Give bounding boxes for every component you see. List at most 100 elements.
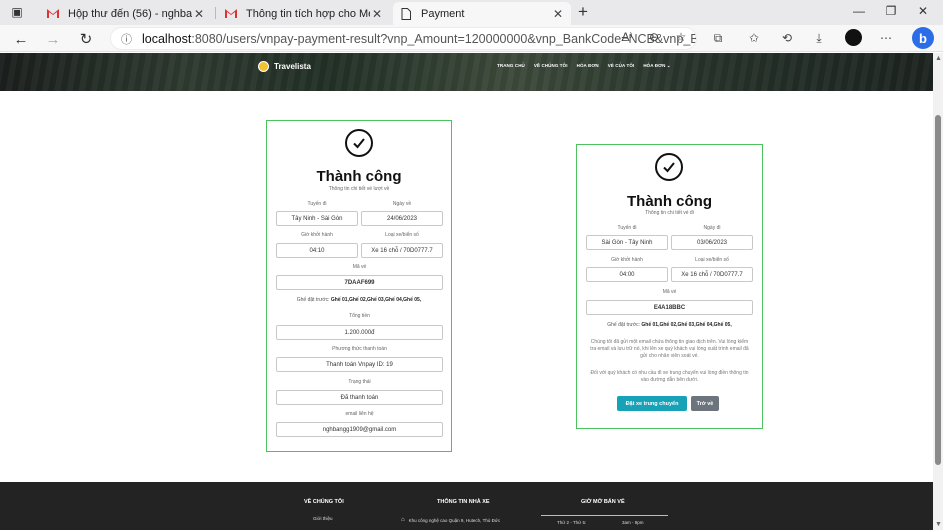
nav-about[interactable]: VỀ CHÚNG TÔI xyxy=(534,63,568,69)
gmail-icon xyxy=(46,8,60,20)
restore-icon[interactable]: ❐ xyxy=(881,4,901,18)
footer-info-heading: THÔNG TIN NHÀ XE xyxy=(437,499,490,505)
date-label: Ngày đi xyxy=(703,225,721,231)
date-field: 24/06/2023 xyxy=(361,211,443,226)
tab-gmail-inbox[interactable]: Hộp thư đến (56) - nghbangg190 ✕ xyxy=(40,2,212,25)
profile-avatar[interactable] xyxy=(845,29,862,46)
browser-tab-bar: ▣ Hộp thư đến (56) - nghbangg190 ✕ Thông… xyxy=(0,0,943,25)
success-subtitle: Thông tin chi tiết vé đi xyxy=(645,210,694,216)
back-icon[interactable]: ← xyxy=(11,29,31,49)
route-field: Sài Gòn - Tây Ninh xyxy=(586,235,668,250)
email-notice: Chúng tôi đã gửi một email chứa thông ti… xyxy=(590,339,749,359)
tab-title: Payment xyxy=(421,7,465,20)
seats-prefix: Ghế đặt trước: xyxy=(296,297,330,303)
check-circle-icon xyxy=(655,153,683,181)
status-label: Trạng thái xyxy=(348,379,371,385)
extensions-icon[interactable]: ⧉ xyxy=(709,31,727,46)
check-circle-icon xyxy=(345,129,373,157)
read-aloud-icon[interactable]: A⁾ xyxy=(618,30,636,44)
footer-about-link[interactable]: Giới thiệu xyxy=(313,516,332,521)
ticket-code-label: Mã vé xyxy=(352,264,367,270)
footer-address-text: Khu công nghệ cao Quận 9, Hutech, Thủ Đứ… xyxy=(408,517,501,523)
home-icon: ⌂ xyxy=(401,517,405,523)
favorite-add-icon[interactable]: ☆ xyxy=(672,30,690,44)
footer-divider xyxy=(541,515,668,516)
scroll-up-icon[interactable]: ▲ xyxy=(935,55,942,62)
route-label: Tuyến đi xyxy=(617,225,637,231)
return-ticket-card: Thành công Thông tin chi tiết vé lượt về… xyxy=(266,120,452,452)
time-label: Giờ khởi hành xyxy=(611,257,643,263)
success-title: Thành công xyxy=(627,193,712,210)
footer-address: ⌂ Khu công nghệ cao Quận 9, Hutech, Thủ … xyxy=(401,517,500,523)
page-scrollbar[interactable]: ▲ ▼ xyxy=(933,53,943,530)
tab-title: Hộp thư đến (56) - nghbangg190 xyxy=(68,7,192,20)
footer-about-heading: VỀ CHÚNG TÔI xyxy=(304,499,344,505)
tab-divider xyxy=(215,7,216,19)
route-field: Tây Ninh - Sài Gòn xyxy=(276,211,358,226)
ticket-code-label: Mã vé xyxy=(662,289,677,295)
ticket-code-field: 7DAAF699 xyxy=(276,275,443,290)
success-subtitle: Thông tin chi tiết vé lượt về xyxy=(328,186,390,192)
footer-hours-days: Thứ 2 - Thứ 5: xyxy=(557,520,587,525)
close-icon[interactable]: ✕ xyxy=(370,7,384,21)
back-button[interactable]: Trở về xyxy=(691,396,719,411)
vehicle-label: Loại xe/biển số xyxy=(385,232,419,238)
date-label: Ngày về xyxy=(392,201,412,207)
ticket-code-field: E4A18BBC xyxy=(586,300,753,315)
page-icon xyxy=(399,7,413,20)
new-tab-button[interactable]: + xyxy=(574,2,592,21)
vehicle-label: Loại xe/biển số xyxy=(695,257,729,263)
logo-icon xyxy=(258,61,269,72)
tab-merchant-info[interactable]: Thông tin tích hợp cho Merchant ✕ xyxy=(218,2,390,25)
scroll-down-icon[interactable]: ▼ xyxy=(935,521,942,528)
gmail-icon xyxy=(224,8,238,20)
payment-method-field: Thanh toán Vnpay ID: 19 xyxy=(276,357,443,372)
bing-icon[interactable]: b xyxy=(912,27,934,49)
minimize-icon[interactable]: — xyxy=(849,4,869,18)
status-field: Đã thanh toán xyxy=(276,390,443,405)
close-window-icon[interactable]: ✕ xyxy=(913,4,933,18)
info-icon[interactable]: ⓘ xyxy=(121,31,132,47)
tab-actions-icon[interactable]: ▣ xyxy=(8,4,26,20)
browser-toolbar: ← → ↻ ⓘ localhost :8080/users/vnpay-paym… xyxy=(0,25,943,52)
footer-hours-time: 3am - 9pm xyxy=(622,520,644,525)
site-brand[interactable]: Travelista xyxy=(258,61,311,72)
history-icon[interactable]: ⟲ xyxy=(778,31,796,45)
time-field: 04:10 xyxy=(276,243,358,258)
page-viewport: Travelista TRANG CHỦ VỀ CHÚNG TÔI HÓA ĐƠ… xyxy=(0,53,933,530)
reserved-seats: Ghế đặt trước: Ghế 01,Ghế 02,Ghế 03,Ghế … xyxy=(267,297,451,303)
site-footer: VỀ CHÚNG TÔI Giới thiệu THÔNG TIN NHÀ XE… xyxy=(0,482,933,530)
email-field: nghbangg1909@gmail.com xyxy=(276,422,443,437)
seats-value: Ghế 01,Ghế 02,Ghế 03,Ghế 04,Ghế 05, xyxy=(641,322,732,328)
url-host: localhost xyxy=(142,31,192,46)
date-field: 03/06/2023 xyxy=(671,235,753,250)
zoom-icon[interactable]: ⊖ xyxy=(645,30,663,44)
site-nav: TRANG CHỦ VỀ CHÚNG TÔI HÓA ĐƠN VÉ CỦA TÔ… xyxy=(497,63,671,69)
footer-hours-heading: GIỜ MỞ BÁN VÉ xyxy=(581,499,625,505)
scroll-thumb[interactable] xyxy=(935,115,941,465)
address-bar[interactable]: ⓘ localhost :8080/users/vnpay-payment-re… xyxy=(110,27,697,50)
total-field: 1.200.000đ xyxy=(276,325,443,340)
transfer-notice: Đối với quý khách có nhu cầu đi xe trung… xyxy=(590,370,749,383)
vehicle-field: Xe 16 chỗ / 70D0777.7 xyxy=(361,243,443,258)
nav-invoice-dropdown[interactable]: HÓA ĐƠN ⌄ xyxy=(643,63,670,69)
close-icon[interactable]: ✕ xyxy=(551,7,565,21)
success-title: Thành công xyxy=(316,168,402,185)
favorites-icon[interactable]: ✩ xyxy=(745,31,763,45)
nav-home[interactable]: TRANG CHỦ xyxy=(497,63,525,69)
route-label: Tuyến đi xyxy=(307,201,327,207)
nav-my-tickets[interactable]: VÉ CỦA TÔI xyxy=(608,63,635,69)
more-menu-icon[interactable]: ⋯ xyxy=(877,31,895,45)
download-icon[interactable]: ⤓ xyxy=(810,31,828,46)
refresh-icon[interactable]: ↻ xyxy=(76,29,96,49)
forward-icon[interactable]: → xyxy=(43,29,63,49)
site-header: Travelista TRANG CHỦ VỀ CHÚNG TÔI HÓA ĐƠ… xyxy=(0,53,933,91)
nav-invoice[interactable]: HÓA ĐƠN xyxy=(577,63,599,69)
close-icon[interactable]: ✕ xyxy=(192,7,206,21)
payment-method-label: Phương thức thanh toán xyxy=(332,346,387,352)
vehicle-field: Xe 16 chỗ / 70D0777.7 xyxy=(671,267,753,282)
tab-payment[interactable]: Payment ✕ xyxy=(393,2,571,25)
book-transfer-button[interactable]: Đặt xe trung chuyển xyxy=(617,396,687,411)
time-field: 04:00 xyxy=(586,267,668,282)
seats-prefix: Ghế đặt trước: xyxy=(607,322,641,328)
